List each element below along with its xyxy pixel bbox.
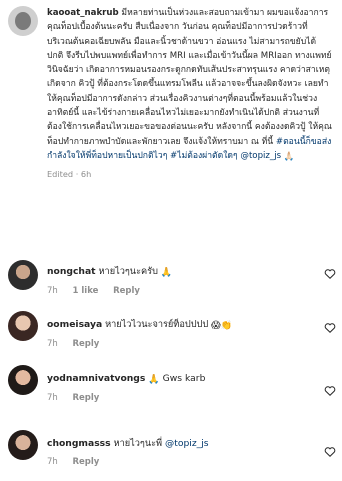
comment-emoji: 🙏 xyxy=(148,374,160,385)
comment-username[interactable]: chongmasss xyxy=(47,438,111,449)
list-item: nongchat หายไวๆนะครับ 🙏 7h 1 like Reply xyxy=(47,265,307,296)
main-comment: kaooat_nakrub มีหลายท่านเป็นห่วงและสอบถา… xyxy=(47,8,332,180)
avatar[interactable] xyxy=(8,430,38,460)
heart-outline-icon[interactable] xyxy=(324,385,336,396)
avatar[interactable] xyxy=(8,6,38,36)
timestamp: 7h xyxy=(47,457,58,467)
comment-username[interactable]: kaooat_nakrub xyxy=(47,8,119,18)
heart-outline-icon[interactable] xyxy=(324,446,336,457)
timestamp: 7h xyxy=(47,393,58,403)
timestamp: 6h xyxy=(80,169,92,180)
reply-button[interactable]: Reply xyxy=(113,286,140,296)
reply-button[interactable]: Reply xyxy=(73,393,100,403)
list-item: oomeisaya หายไวไวนะจารย์ท็อปปปป 😱👏 7h Re… xyxy=(47,318,307,349)
comment-text: หายไวไวนะจารย์ท็อปปปป xyxy=(105,319,209,330)
comment-username[interactable]: oomeisaya xyxy=(47,319,102,330)
heart-outline-icon[interactable] xyxy=(324,268,336,279)
comment-text: หายไวๆนะพี่ xyxy=(113,438,163,449)
avatar[interactable] xyxy=(8,311,38,341)
comment-text: Gws karb xyxy=(162,373,206,384)
comment-username[interactable]: yodnamnivatvongs xyxy=(47,373,145,384)
avatar[interactable] xyxy=(8,365,38,395)
comment-emoji: 🙏 xyxy=(160,267,173,278)
comment-emoji: 😱👏 xyxy=(211,320,233,331)
timestamp: 7h xyxy=(47,339,58,349)
likes-count[interactable]: 1 like xyxy=(73,286,99,296)
comments-panel: kaooat_nakrub มีหลายท่านเป็นห่วงและสอบถา… xyxy=(0,0,342,481)
heart-outline-icon[interactable] xyxy=(324,322,336,333)
mention-link[interactable]: @topiz_js xyxy=(240,151,281,161)
comment-text: หายไวๆนะครับ xyxy=(98,266,158,277)
list-item: yodnamnivatvongs 🙏 Gws karb 7h Reply xyxy=(47,372,307,403)
list-item: chongmasss หายไวๆนะพี่ @topiz_js 7h Repl… xyxy=(47,437,307,467)
mention-link[interactable]: @topiz_js xyxy=(165,438,209,449)
comment-username[interactable]: nongchat xyxy=(47,266,96,277)
reply-button[interactable]: Reply xyxy=(73,339,100,349)
avatar[interactable] xyxy=(8,260,38,290)
praying-hands-emoji: 🙏🏻 xyxy=(283,151,295,162)
reply-button[interactable]: Reply xyxy=(73,457,100,467)
edited-label: Edited xyxy=(47,169,74,180)
timestamp: 7h xyxy=(47,286,58,296)
comment-text: มีหลายท่านเป็นห่วงและสอบถามเข้ามา ผมขอแจ… xyxy=(47,8,332,147)
